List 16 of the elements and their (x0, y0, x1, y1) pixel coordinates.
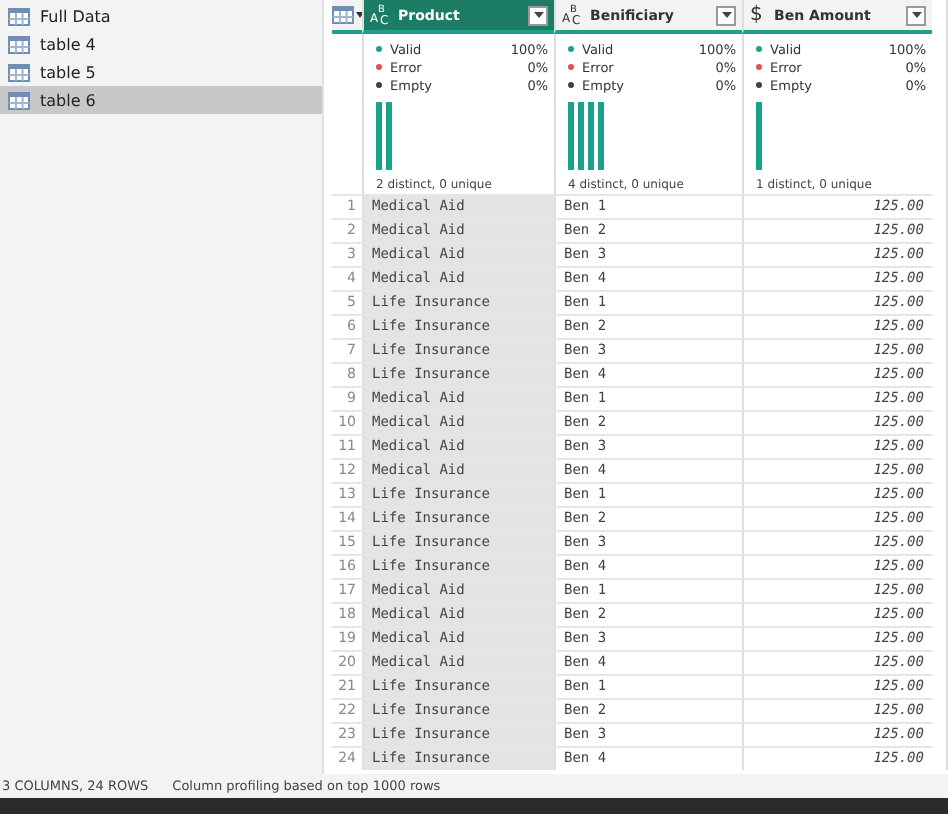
table-icon (8, 63, 30, 81)
table-icon (8, 35, 30, 53)
distribution-chart (756, 102, 766, 170)
dropdown-icon[interactable] (528, 5, 548, 25)
query-item[interactable]: table 4 (0, 30, 322, 58)
type-icon: $ (750, 3, 766, 27)
distribution-chart (568, 102, 608, 170)
table-icon (8, 7, 30, 25)
dropdown-icon[interactable] (716, 5, 736, 25)
query-item[interactable]: table 6 (0, 86, 322, 114)
distribution-chart (376, 102, 396, 170)
query-item[interactable]: table 5 (0, 58, 322, 86)
table-menu-icon[interactable] (331, 6, 363, 24)
dropdown-icon[interactable] (906, 5, 926, 25)
query-item[interactable]: Full Data (0, 2, 322, 30)
table-icon (8, 91, 30, 109)
